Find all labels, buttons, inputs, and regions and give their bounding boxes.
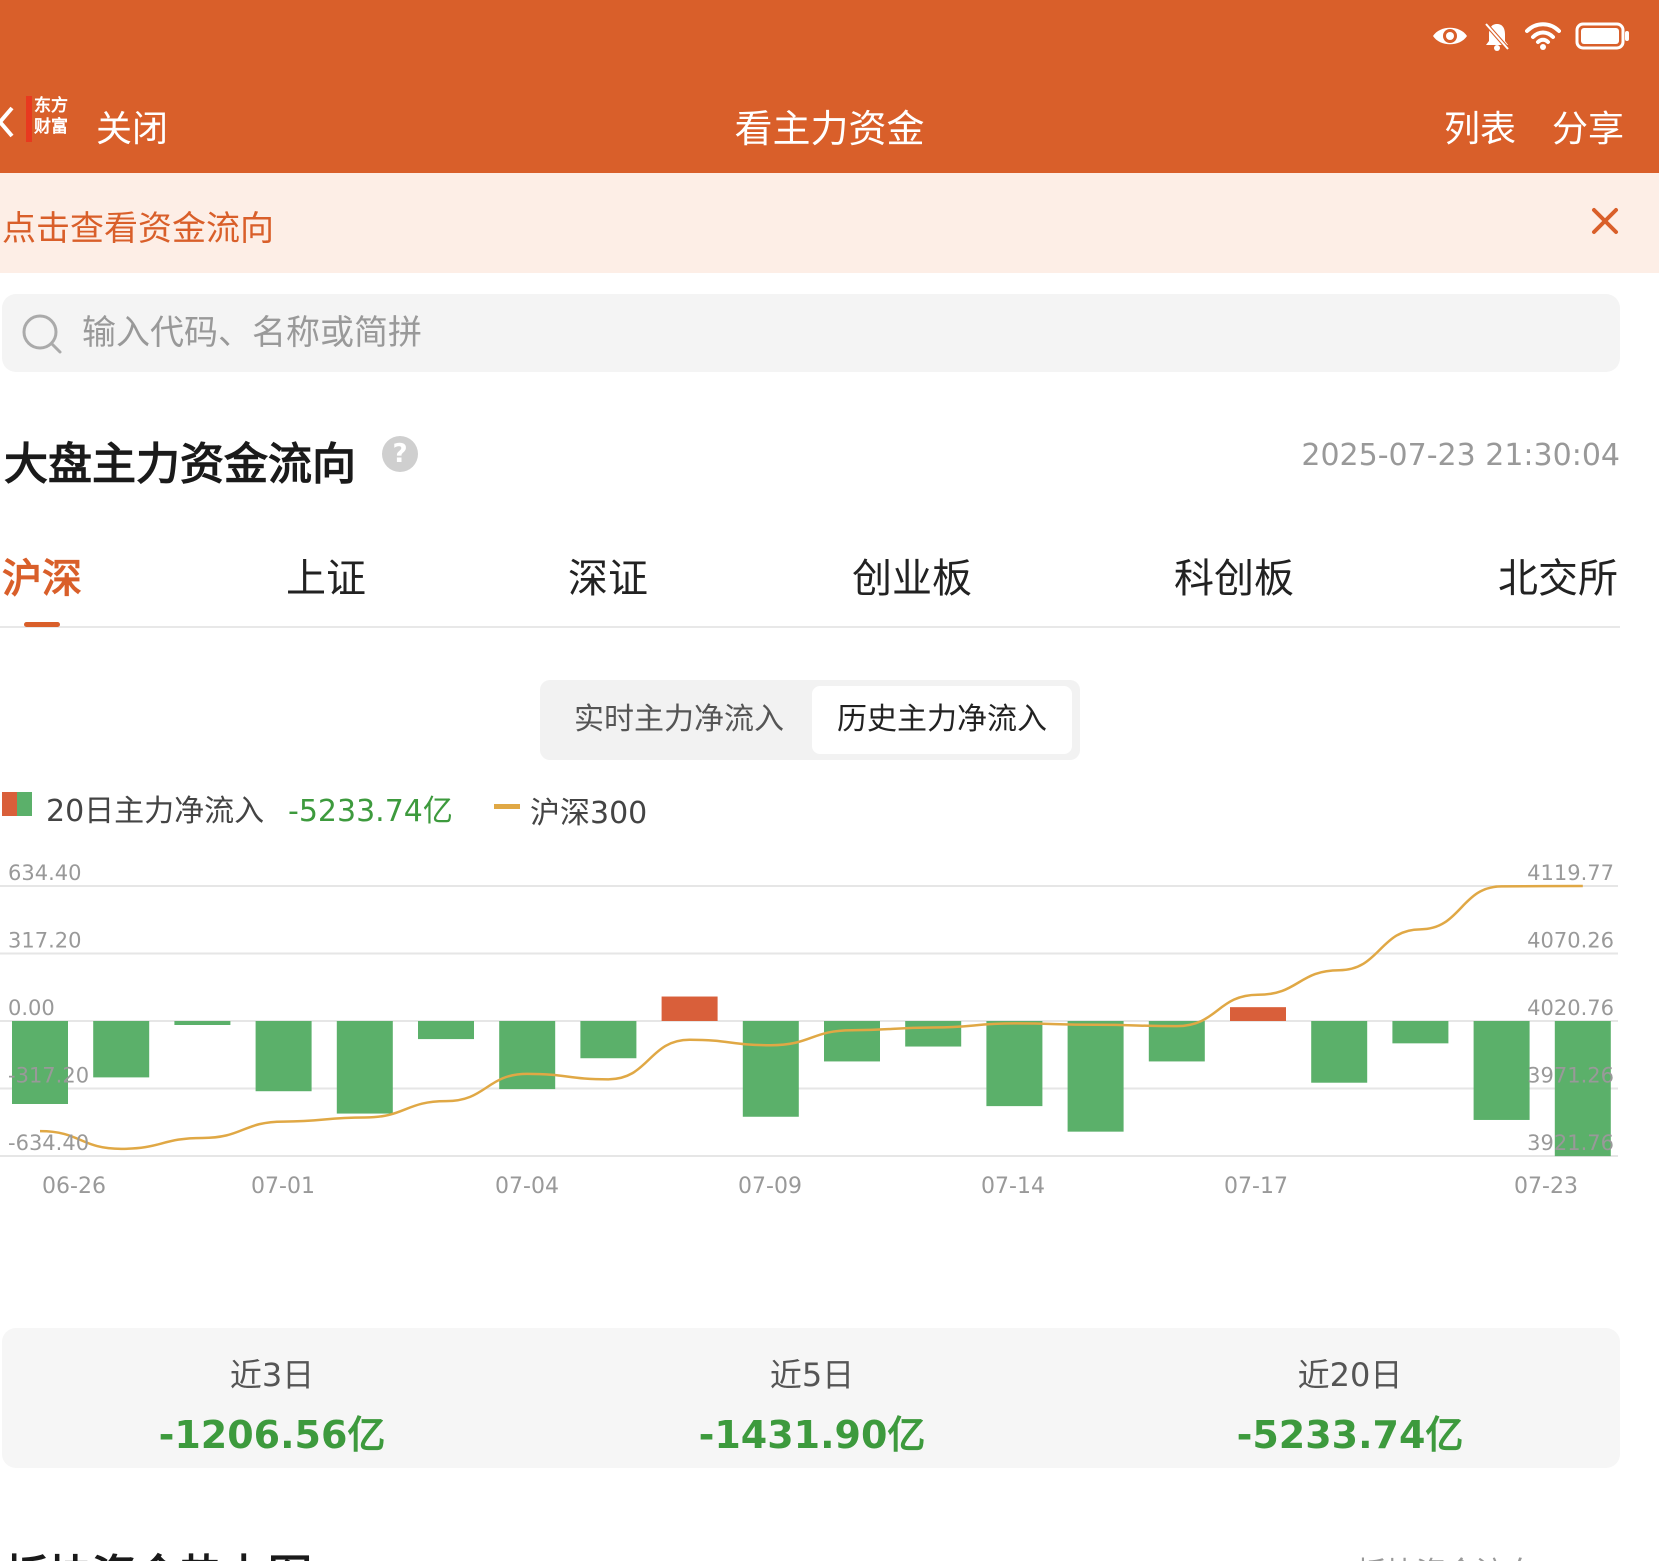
right-axis-tick: 3921.76 bbox=[1527, 1131, 1614, 1155]
right-axis-tick: 4119.77 bbox=[1527, 861, 1614, 885]
summary-5day: 近5日 -1431.90亿 bbox=[662, 1350, 962, 1459]
chevron-left-icon[interactable] bbox=[0, 102, 18, 142]
right-axis-tick: 4070.26 bbox=[1527, 929, 1614, 953]
market-tabs: 沪深 上证 深证 创业板 科创板 北交所 bbox=[0, 546, 1620, 628]
close-icon[interactable] bbox=[1588, 204, 1622, 238]
x-axis-tick: 07-04 bbox=[495, 1174, 559, 1199]
flow-bar bbox=[986, 1021, 1043, 1107]
summary-20day-label: 近20日 bbox=[1297, 1356, 1403, 1394]
chart-legend: 20日主力净流入 -5233.74亿 沪深300 bbox=[0, 786, 1000, 831]
line-legend-label: 沪深300 bbox=[530, 796, 648, 831]
flow-bar bbox=[93, 1021, 150, 1078]
summary-5day-label: 近5日 bbox=[769, 1356, 855, 1394]
realtime-flow-button[interactable]: 实时主力净流入 bbox=[548, 686, 810, 754]
bar-legend-label: 20日主力净流入 bbox=[46, 794, 265, 829]
flow-bar bbox=[255, 1021, 312, 1092]
flow-bar bbox=[580, 1021, 637, 1059]
next-section-peek: 板块资金热力图 板块资金流向 bbox=[4, 1540, 1604, 1561]
flow-bar bbox=[418, 1021, 474, 1040]
flow-bar bbox=[905, 1021, 962, 1047]
summary-panel: 近3日 -1206.56亿 近5日 -1431.90亿 近20日 -5233.7… bbox=[2, 1328, 1620, 1468]
flow-bar bbox=[336, 1021, 393, 1114]
update-timestamp: 2025-07-23 21:30:04 bbox=[1301, 438, 1620, 473]
fund-flow-banner[interactable]: 点击查看资金流向 bbox=[0, 173, 1659, 273]
flow-bar bbox=[1067, 1021, 1124, 1132]
app-logo: 东方 财富 bbox=[26, 96, 70, 142]
help-icon[interactable]: ? bbox=[382, 436, 418, 472]
flow-bar bbox=[1473, 1021, 1530, 1120]
active-tab-indicator bbox=[24, 622, 60, 627]
page-title-wrap: 看主力资金 bbox=[0, 98, 1659, 153]
search-icon bbox=[22, 314, 62, 354]
close-button[interactable]: 关闭 bbox=[96, 100, 168, 152]
status-bar bbox=[1431, 18, 1631, 54]
history-flow-button[interactable]: 历史主力净流入 bbox=[812, 686, 1072, 754]
flow-bar bbox=[824, 1021, 880, 1062]
flow-bar bbox=[1311, 1021, 1368, 1083]
hs300-line bbox=[39, 884, 1583, 1151]
section-title: 大盘主力资金流向 bbox=[4, 439, 356, 490]
tab-chinext[interactable]: 创业板 bbox=[852, 546, 972, 604]
bell-off-icon bbox=[1484, 22, 1510, 51]
left-axis-tick: 634.40 bbox=[8, 861, 81, 885]
summary-5day-value: -1431.90亿 bbox=[698, 1413, 926, 1457]
right-axis-tick: 4020.76 bbox=[1527, 996, 1614, 1020]
left-axis-tick: -317.20 bbox=[8, 1064, 89, 1088]
flow-bar bbox=[742, 1021, 799, 1117]
page-title: 看主力资金 bbox=[734, 107, 925, 151]
battery-icon bbox=[1575, 22, 1629, 50]
left-axis-tick: -634.40 bbox=[8, 1131, 89, 1155]
x-axis-tick: 07-01 bbox=[251, 1174, 315, 1199]
summary-3day-label: 近3日 bbox=[229, 1356, 315, 1394]
x-axis-tick: 07-17 bbox=[1224, 1174, 1288, 1199]
banner-text[interactable]: 点击查看资金流向 bbox=[2, 201, 274, 250]
search-input[interactable] bbox=[82, 308, 1582, 358]
tab-star-market[interactable]: 科创板 bbox=[1174, 546, 1294, 604]
nav-bar: 东方 财富 关闭 看主力资金 列表 分享 bbox=[0, 88, 1659, 158]
flow-bar bbox=[174, 1021, 231, 1025]
x-axis-tick: 07-09 bbox=[738, 1174, 802, 1199]
search-bar[interactable] bbox=[2, 294, 1620, 372]
top-bar: 东方 财富 关闭 看主力资金 列表 分享 bbox=[0, 0, 1659, 173]
flow-bar bbox=[499, 1021, 556, 1090]
share-button[interactable]: 分享 bbox=[1552, 100, 1624, 152]
left-axis-tick: 317.20 bbox=[8, 929, 81, 953]
right-axis-tick: 3971.26 bbox=[1527, 1064, 1614, 1088]
bar-legend-swatch bbox=[2, 792, 32, 816]
summary-3day-value: -1206.56亿 bbox=[158, 1413, 386, 1457]
eye-icon bbox=[1433, 27, 1467, 45]
tab-beijing-exchange[interactable]: 北交所 bbox=[1498, 546, 1618, 604]
tab-hushen[interactable]: 沪深 bbox=[2, 546, 82, 604]
line-legend-swatch bbox=[494, 804, 520, 809]
flow-bar bbox=[12, 1021, 68, 1104]
flow-bar bbox=[661, 996, 718, 1021]
summary-20day: 近20日 -5233.74亿 bbox=[1200, 1350, 1500, 1459]
tab-shenzhen[interactable]: 深证 bbox=[568, 546, 648, 604]
left-axis-tick: 0.00 bbox=[8, 996, 55, 1020]
x-axis-tick: 06-26 bbox=[42, 1174, 106, 1199]
flow-mode-toggle: 实时主力净流入 历史主力净流入 bbox=[540, 680, 1080, 760]
list-button[interactable]: 列表 bbox=[1444, 100, 1516, 152]
summary-3day: 近3日 -1206.56亿 bbox=[122, 1350, 422, 1459]
flow-bar bbox=[1392, 1021, 1449, 1044]
flow-bar bbox=[1230, 1007, 1286, 1021]
x-axis-tick: 07-23 bbox=[1514, 1174, 1578, 1199]
wifi-icon bbox=[1525, 22, 1561, 50]
fund-flow-chart: 634.40 317.20 0.00 -317.20 -634.40 4119.77 407… bbox=[0, 861, 1618, 1199]
x-axis-tick: 07-14 bbox=[981, 1174, 1045, 1199]
summary-20day-value: -5233.74亿 bbox=[1236, 1413, 1464, 1457]
tab-shanghai[interactable]: 上证 bbox=[286, 546, 366, 604]
sector-heatmap-title: 板块资金热力图 bbox=[4, 1540, 312, 1561]
bar-legend-value: -5233.74亿 bbox=[288, 794, 453, 829]
sector-flow-link[interactable]: 板块资金流向 bbox=[1356, 1548, 1536, 1561]
